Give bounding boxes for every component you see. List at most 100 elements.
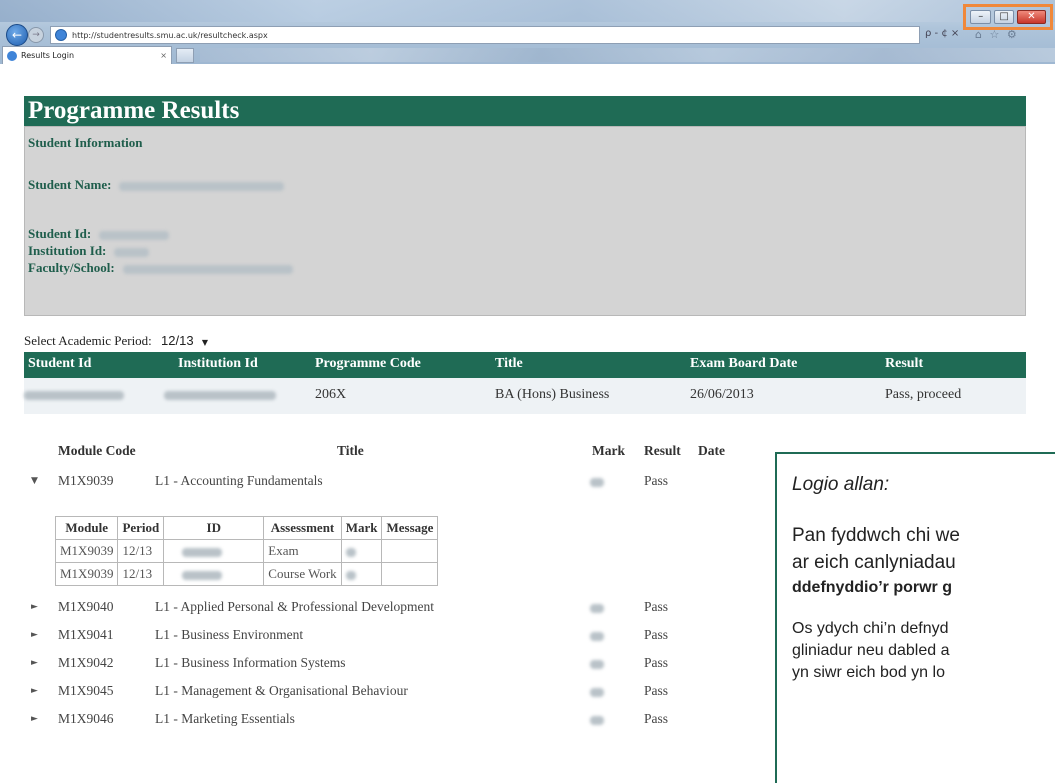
academic-period-selector: Select Academic Period: 12/13 ▼: [24, 333, 208, 349]
collapsed-triangle-icon[interactable]: ►: [31, 686, 38, 696]
module-code: M1X9042: [58, 655, 114, 670]
toolbar-icons[interactable]: ⌂ ☆ ⚙: [975, 28, 1019, 41]
redacted-student-id: [24, 391, 124, 400]
student-information-heading: Student Information: [28, 135, 143, 150]
tab-favicon-icon: [7, 50, 17, 61]
collapsed-triangle-icon[interactable]: ►: [31, 714, 38, 724]
module-row[interactable]: ► M1X9045 L1 - Management & Organisation…: [30, 680, 770, 708]
col-exam-board-date: Exam Board Date: [690, 356, 798, 371]
redacted-assessment-id: [163, 539, 265, 563]
address-tools[interactable]: ρ - ¢ ×: [925, 28, 959, 39]
module-result: Pass: [644, 655, 669, 670]
collapsed-triangle-icon[interactable]: ►: [31, 658, 38, 668]
assessment-module: M1X9039: [54, 562, 119, 586]
redacted-value: [182, 570, 223, 580]
redacted-institution-id: [164, 391, 276, 400]
col-period: Period: [117, 516, 165, 540]
notice-line: Os ydych chi’n defnyd: [792, 620, 949, 637]
programme-row: 206X BA (Hons) Business 26/06/2013 Pass,…: [24, 378, 1026, 414]
minimize-button[interactable]: –: [970, 10, 992, 24]
title-bar: [0, 0, 1055, 22]
redacted-mark: [590, 716, 604, 725]
assessment-period: 12/13: [117, 539, 165, 563]
collapsed-triangle-icon[interactable]: ►: [31, 602, 38, 612]
address-url[interactable]: http://studentresults.smu.ac.uk/resultch…: [72, 31, 268, 40]
module-row[interactable]: ► M1X9042 L1 - Business Information Syst…: [30, 652, 770, 680]
module-code: M1X9041: [58, 627, 114, 642]
period-label: Select Academic Period:: [24, 333, 152, 348]
programme-code: 206X: [315, 387, 347, 402]
module-result: Pass: [644, 473, 669, 488]
notice-line: ar eich canlyniadau: [792, 552, 956, 573]
programme-table-header: Student Id Institution Id Programme Code…: [24, 352, 1026, 378]
assessment-message: [381, 539, 439, 563]
module-code: M1X9045: [58, 683, 114, 698]
notice-title: Logio allan:: [792, 474, 890, 495]
assessment-name: Course Work: [263, 562, 342, 586]
module-row[interactable]: ► M1X9040 L1 - Applied Personal & Profes…: [30, 596, 770, 624]
redacted-mark: [590, 660, 604, 669]
redacted-assessment-id: [163, 562, 265, 586]
col-date: Date: [698, 443, 725, 458]
module-title: L1 - Business Environment: [155, 627, 304, 642]
assessment-module: M1X9039: [54, 539, 119, 563]
redacted-mark: [590, 604, 604, 613]
chevron-down-icon[interactable]: ▼: [202, 338, 208, 347]
redacted-mark: [590, 478, 604, 487]
redacted-value: [119, 181, 285, 191]
student-name-label: Student Name:: [28, 177, 112, 192]
assessment-row: M1X9039 12/13 Exam: [54, 539, 439, 563]
tab-label: Results Login: [21, 51, 75, 60]
faculty-row: Faculty/School:: [28, 260, 293, 276]
module-row[interactable]: ► M1X9041 L1 - Business Environment Pass: [30, 624, 770, 652]
assessment-period: 12/13: [117, 562, 165, 586]
col-message: Message: [381, 516, 439, 540]
logout-notice-box: Logio allan: Pan fyddwch chi we ar eich …: [775, 452, 1055, 783]
col-title: Title: [495, 356, 523, 371]
col-assessment: Assessment: [263, 516, 342, 540]
module-title: L1 - Business Information Systems: [155, 655, 346, 670]
collapsed-triangle-icon[interactable]: ►: [31, 630, 38, 640]
col-assessment-mark: Mark: [340, 516, 383, 540]
redacted-assessment-mark: [340, 539, 383, 563]
redacted-mark: [590, 632, 604, 641]
period-dropdown[interactable]: 12/13: [161, 333, 194, 348]
exam-board-date: 26/06/2013: [690, 387, 754, 402]
col-id: ID: [163, 516, 265, 540]
faculty-label: Faculty/School:: [28, 260, 115, 275]
maximize-button[interactable]: □: [994, 10, 1014, 24]
module-result: Pass: [644, 683, 669, 698]
module-result: Pass: [644, 711, 669, 726]
notice-bold-line: ddefnyddio’r porwr g: [792, 579, 952, 596]
tab-close-icon[interactable]: ×: [160, 51, 167, 60]
back-button[interactable]: ←: [6, 24, 28, 46]
assessment-header-row: Module Period ID Assessment Mark Message: [54, 516, 439, 540]
browser-tab[interactable]: Results Login ×: [2, 46, 172, 64]
close-window-button[interactable]: ✕: [1016, 10, 1046, 24]
module-code: M1X9039: [58, 473, 114, 488]
module-result: Pass: [644, 627, 669, 642]
module-title: L1 - Marketing Essentials: [155, 711, 295, 726]
module-title: L1 - Applied Personal & Professional Dev…: [155, 599, 434, 614]
col-module-title: Title: [337, 443, 364, 458]
redacted-value: [99, 230, 170, 240]
student-info-panel: Student Information Student Name: Studen…: [24, 126, 1026, 316]
new-tab-button[interactable]: [176, 48, 194, 63]
address-bar[interactable]: http://studentresults.smu.ac.uk/resultch…: [50, 26, 920, 44]
notice-line: yn siwr eich bod yn lo: [792, 664, 945, 681]
redacted-value: [114, 247, 150, 257]
redacted-assessment-mark: [340, 562, 383, 586]
command-bar: [200, 48, 1055, 62]
forward-button[interactable]: →: [28, 27, 44, 43]
module-row[interactable]: ► M1X9046 L1 - Marketing Essentials Pass: [30, 708, 770, 736]
window-controls-highlight: – □ ✕: [963, 4, 1053, 30]
col-programme-code: Programme Code: [315, 356, 421, 371]
module-result: Pass: [644, 599, 669, 614]
module-title: L1 - Management & Organisational Behavio…: [155, 683, 408, 698]
expand-triangle-icon[interactable]: ▼: [31, 476, 38, 486]
module-row[interactable]: ▼ M1X9039 L1 - Accounting Fundamentals P…: [30, 470, 770, 498]
redacted-mark: [590, 688, 604, 697]
programme-title: BA (Hons) Business: [495, 387, 610, 402]
redacted-value: [122, 264, 293, 274]
student-id-label: Student Id:: [28, 226, 92, 241]
